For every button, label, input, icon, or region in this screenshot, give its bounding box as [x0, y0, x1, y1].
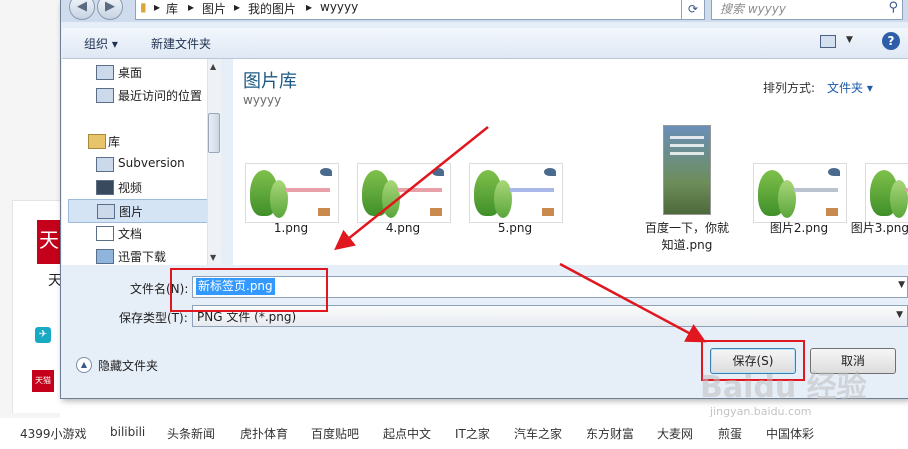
annotation-arrow: [334, 126, 489, 251]
baidu-watermark-url: jingyan.baidu.com: [710, 405, 812, 418]
baidu-watermark: Baidu 经验: [700, 370, 867, 405]
annotation-arrow: [559, 262, 707, 343]
